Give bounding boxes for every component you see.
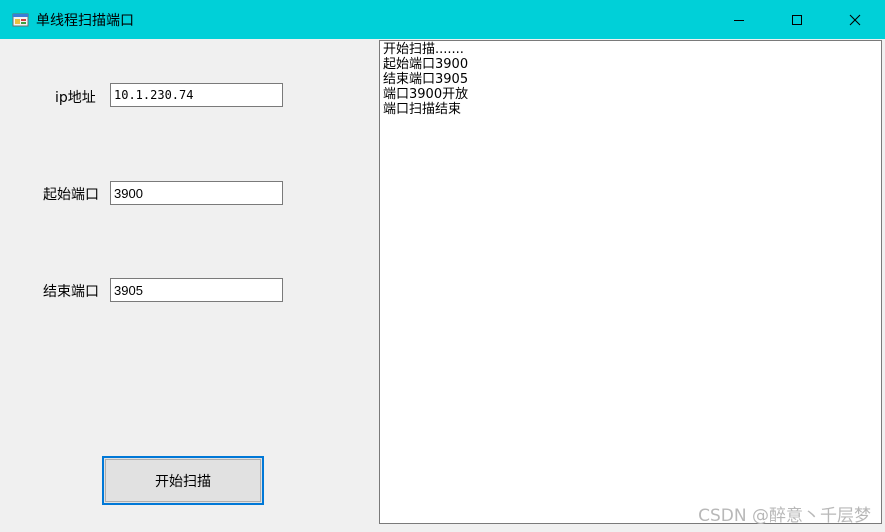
end-port-input[interactable] (110, 278, 283, 302)
maximize-icon (792, 14, 802, 25)
ip-input[interactable] (110, 83, 283, 107)
start-port-label: 起始端口 (43, 187, 99, 203)
close-icon (849, 14, 861, 25)
log-line: 起始端口3900 (383, 57, 469, 72)
scan-log-textarea[interactable]: 开始扫描....... 起始端口3900 结束端口3905 端口3900开放 端… (379, 40, 882, 524)
start-port-input[interactable] (110, 181, 283, 205)
log-line: 结束端口3905 (383, 72, 469, 87)
minimize-icon (734, 19, 744, 21)
app-icon (12, 11, 29, 28)
close-button[interactable] (826, 0, 884, 39)
start-scan-button[interactable]: 开始扫描 (102, 456, 264, 505)
start-scan-button-label: 开始扫描 (155, 473, 211, 490)
log-line: 端口扫描结束 (383, 102, 462, 117)
ip-label: ip地址 (55, 90, 96, 106)
title-bar[interactable]: 单线程扫描端口 (0, 0, 885, 39)
log-line: 端口3900开放 (383, 87, 469, 102)
minimize-button[interactable] (710, 0, 768, 39)
maximize-button[interactable] (768, 0, 826, 39)
watermark: CSDN @醉意丶千层梦 (698, 506, 871, 526)
end-port-label: 结束端口 (43, 284, 99, 300)
log-line: 开始扫描....... (383, 42, 464, 57)
window-title: 单线程扫描端口 (36, 13, 134, 29)
